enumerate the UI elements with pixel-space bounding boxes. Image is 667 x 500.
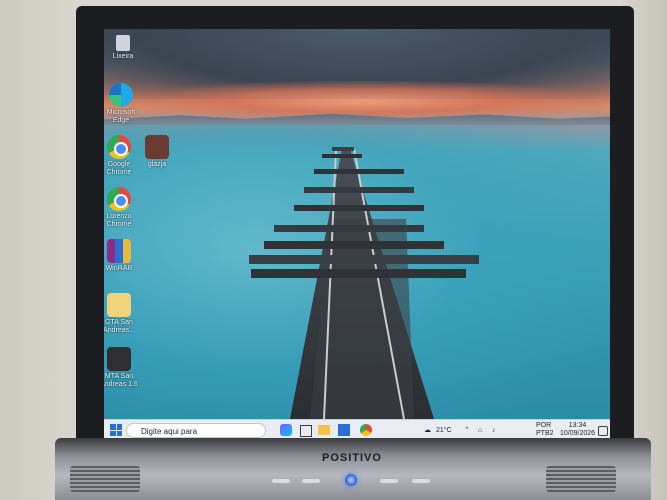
clock[interactable]: 13:34 10/09/2026: [560, 422, 595, 437]
desktop-screen: Lixeira Microsoft Edge Google Chrome Lor…: [104, 29, 610, 440]
tray-chevron-icon[interactable]: ⌃: [464, 423, 470, 438]
chrome-icon: [107, 187, 131, 211]
chrome-shortcut-2[interactable]: Lorenzo Chrome: [104, 187, 142, 229]
monitor-button[interactable]: [380, 479, 398, 483]
mta-icon: [107, 347, 131, 371]
chrome-taskbar-icon[interactable]: [360, 424, 372, 436]
volume-icon[interactable]: ♪: [492, 423, 496, 438]
winrar-shortcut[interactable]: WinRAR: [104, 239, 142, 273]
start-button[interactable]: [110, 424, 122, 436]
language-indicator[interactable]: POR PTB2: [536, 422, 554, 437]
lixeira-icon[interactable]: Lixeira: [104, 35, 146, 61]
network-icon[interactable]: ⌂: [478, 423, 482, 438]
copilot-icon[interactable]: [280, 424, 292, 436]
monitor-button[interactable]: [412, 479, 430, 483]
explorer-icon[interactable]: [318, 425, 330, 435]
mta-shortcut[interactable]: MTA San Andreas 1.6: [104, 347, 142, 389]
folder-icon: [107, 293, 131, 317]
monitor-button[interactable]: [302, 479, 320, 483]
edge-icon: [109, 83, 133, 107]
store-icon[interactable]: [338, 424, 350, 436]
speaker-grille-right: [546, 466, 616, 492]
power-button[interactable]: [345, 474, 357, 486]
taskbar: Digite aqui para ☁ 21°C ⌃ ⌂ ♪ POR PTB2 1…: [104, 419, 610, 440]
user-folder-shortcut[interactable]: glazja: [134, 135, 180, 169]
weather-temp[interactable]: 21°C: [436, 423, 452, 438]
user-photo-icon: [145, 135, 169, 159]
chrome-icon: [107, 135, 131, 159]
brand-logo: POSITIVO: [322, 452, 382, 464]
monitor-button[interactable]: [272, 479, 290, 483]
task-view-icon[interactable]: [300, 425, 312, 437]
speaker-grille-left: [70, 466, 140, 492]
winrar-icon: [107, 239, 131, 263]
weather-icon: ☁: [424, 427, 431, 434]
search-input[interactable]: Digite aqui para: [126, 423, 266, 438]
edge-shortcut[interactable]: Microsoft Edge: [104, 83, 144, 125]
recycle-bin-icon: [116, 35, 130, 51]
wall-left: [0, 0, 80, 500]
notification-icon[interactable]: [598, 426, 608, 436]
gta-folder-shortcut[interactable]: GTA San Andreas...: [104, 293, 142, 335]
